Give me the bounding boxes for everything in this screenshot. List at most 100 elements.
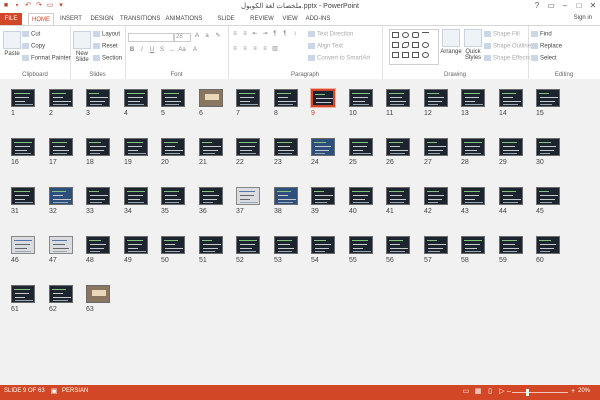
- shape-outline-button[interactable]: Shape Outline: [484, 43, 531, 50]
- align-center-icon[interactable]: ≡: [241, 46, 249, 53]
- align-left-icon[interactable]: ≡: [231, 46, 239, 53]
- reset-button[interactable]: Reset: [93, 43, 118, 50]
- star-shape-icon[interactable]: [422, 42, 429, 48]
- tab-home[interactable]: HOME: [28, 13, 54, 25]
- slide-thumbnail[interactable]: [461, 89, 485, 107]
- ltr-icon[interactable]: ¶: [281, 31, 289, 38]
- slide-thumbnail[interactable]: [86, 236, 110, 254]
- slide-thumbnail[interactable]: [11, 138, 35, 156]
- slide-thumbnail[interactable]: [49, 138, 73, 156]
- line-shape-icon[interactable]: [422, 32, 429, 38]
- slide-thumbnail[interactable]: [236, 138, 260, 156]
- help-button[interactable]: ?: [532, 1, 542, 11]
- slide-thumbnail[interactable]: [161, 187, 185, 205]
- arrow-shape-icon[interactable]: [402, 42, 409, 48]
- align-right-icon[interactable]: ≡: [251, 46, 259, 53]
- slide-thumbnail[interactable]: [124, 236, 148, 254]
- replace-button[interactable]: Replace: [531, 43, 562, 50]
- slide-thumbnail[interactable]: [424, 236, 448, 254]
- slide-thumbnail[interactable]: [199, 138, 223, 156]
- arrange-button[interactable]: Arrange: [440, 29, 462, 55]
- ribbon-display-button[interactable]: ▭: [546, 1, 556, 11]
- slide-thumbnail[interactable]: [499, 187, 523, 205]
- slide-thumbnail[interactable]: [86, 285, 110, 303]
- slide-thumbnail[interactable]: [274, 187, 298, 205]
- close-button[interactable]: ✕: [588, 1, 598, 11]
- shape-fill-button[interactable]: Shape Fill: [484, 31, 520, 38]
- justify-icon[interactable]: ≡: [261, 46, 269, 53]
- slide-thumbnail[interactable]: [349, 89, 373, 107]
- slide-thumbnail[interactable]: [349, 236, 373, 254]
- slide-thumbnail[interactable]: [49, 236, 73, 254]
- slide-thumbnail[interactable]: [49, 187, 73, 205]
- slide-thumbnail[interactable]: [311, 138, 335, 156]
- grow-font-icon[interactable]: A: [193, 33, 201, 40]
- shrink-font-icon[interactable]: a: [203, 33, 211, 40]
- slide-thumbnail[interactable]: [386, 89, 410, 107]
- slide-thumbnail[interactable]: [536, 236, 560, 254]
- proofing-icon[interactable]: ▣: [50, 388, 58, 396]
- copy-button[interactable]: Copy: [22, 43, 45, 50]
- layout-button[interactable]: Layout: [93, 31, 120, 38]
- zoom-slider[interactable]: [512, 392, 568, 393]
- slide-thumbnail[interactable]: [311, 89, 335, 107]
- bracket-shape-icon[interactable]: [412, 52, 419, 58]
- slide-thumbnail[interactable]: [236, 236, 260, 254]
- tab-design[interactable]: DESIGN: [88, 13, 116, 25]
- minimize-button[interactable]: –: [560, 1, 570, 11]
- slide-thumbnail[interactable]: [199, 236, 223, 254]
- tab-slide-show[interactable]: SLIDE SHOW: [208, 13, 244, 34]
- underline-icon[interactable]: U: [148, 47, 156, 54]
- tab-add-ins[interactable]: ADD-INS: [304, 13, 332, 25]
- line-spacing-icon[interactable]: ↕: [291, 31, 299, 38]
- slide-thumbnail[interactable]: [11, 187, 35, 205]
- slide-thumbnail[interactable]: [49, 285, 73, 303]
- slide-thumbnail[interactable]: [124, 187, 148, 205]
- decrease-indent-icon[interactable]: ⇤: [251, 31, 259, 38]
- char-spacing-icon[interactable]: ↔: [168, 47, 176, 54]
- brace-shape-icon[interactable]: [402, 52, 409, 58]
- slide-thumbnail[interactable]: [199, 187, 223, 205]
- sign-in-link[interactable]: Sign in: [574, 15, 592, 21]
- slide-thumbnail[interactable]: [161, 89, 185, 107]
- textbox-shape-icon[interactable]: [392, 42, 399, 48]
- slide-thumbnail[interactable]: [11, 285, 35, 303]
- bold-icon[interactable]: B: [128, 47, 136, 54]
- normal-view-icon[interactable]: ▭: [462, 388, 470, 396]
- rtl-icon[interactable]: ¶: [271, 31, 279, 38]
- zoom-slider-handle[interactable]: [526, 389, 529, 396]
- columns-icon[interactable]: ▥: [271, 46, 279, 53]
- tab-review[interactable]: REVIEW: [249, 13, 275, 25]
- maximize-button[interactable]: □: [574, 1, 584, 11]
- slide-thumbnail[interactable]: [536, 138, 560, 156]
- slide-thumbnail[interactable]: [236, 187, 260, 205]
- more-shapes-icon[interactable]: [422, 52, 429, 58]
- slide-thumbnail[interactable]: [424, 187, 448, 205]
- tab-file[interactable]: FILE: [0, 13, 22, 25]
- oval-shape-icon[interactable]: [402, 32, 409, 38]
- slide-thumbnail[interactable]: [199, 89, 223, 107]
- slide-thumbnail[interactable]: [386, 138, 410, 156]
- rectangle-shape-icon[interactable]: [392, 32, 399, 38]
- font-size-box[interactable]: 28: [174, 33, 191, 42]
- triangle-shape-icon[interactable]: [412, 42, 419, 48]
- section-button[interactable]: Section: [93, 55, 122, 62]
- format-painter-button[interactable]: Format Painter: [22, 55, 71, 62]
- language-indicator[interactable]: PERSIAN: [62, 388, 88, 394]
- slide-thumbnail[interactable]: [49, 89, 73, 107]
- quick-styles-button[interactable]: Quick Styles: [462, 29, 484, 61]
- text-direction-button[interactable]: Text Direction: [308, 31, 353, 38]
- callout-shape-icon[interactable]: [392, 52, 399, 58]
- slide-thumbnail[interactable]: [124, 89, 148, 107]
- slide-thumbnail[interactable]: [499, 89, 523, 107]
- tab-view[interactable]: VIEW: [280, 13, 300, 25]
- tab-animations[interactable]: ANIMATIONS: [164, 13, 204, 25]
- slide-thumbnail[interactable]: [311, 236, 335, 254]
- align-text-button[interactable]: Align Text: [308, 43, 343, 50]
- slide-thumbnail[interactable]: [424, 138, 448, 156]
- paste-button[interactable]: Paste: [3, 31, 21, 57]
- sorter-view-icon[interactable]: ▦: [474, 388, 482, 396]
- cut-button[interactable]: Cut: [22, 31, 40, 38]
- new-slide-button[interactable]: New Slide: [72, 31, 92, 63]
- bullets-icon[interactable]: ≡: [231, 31, 239, 38]
